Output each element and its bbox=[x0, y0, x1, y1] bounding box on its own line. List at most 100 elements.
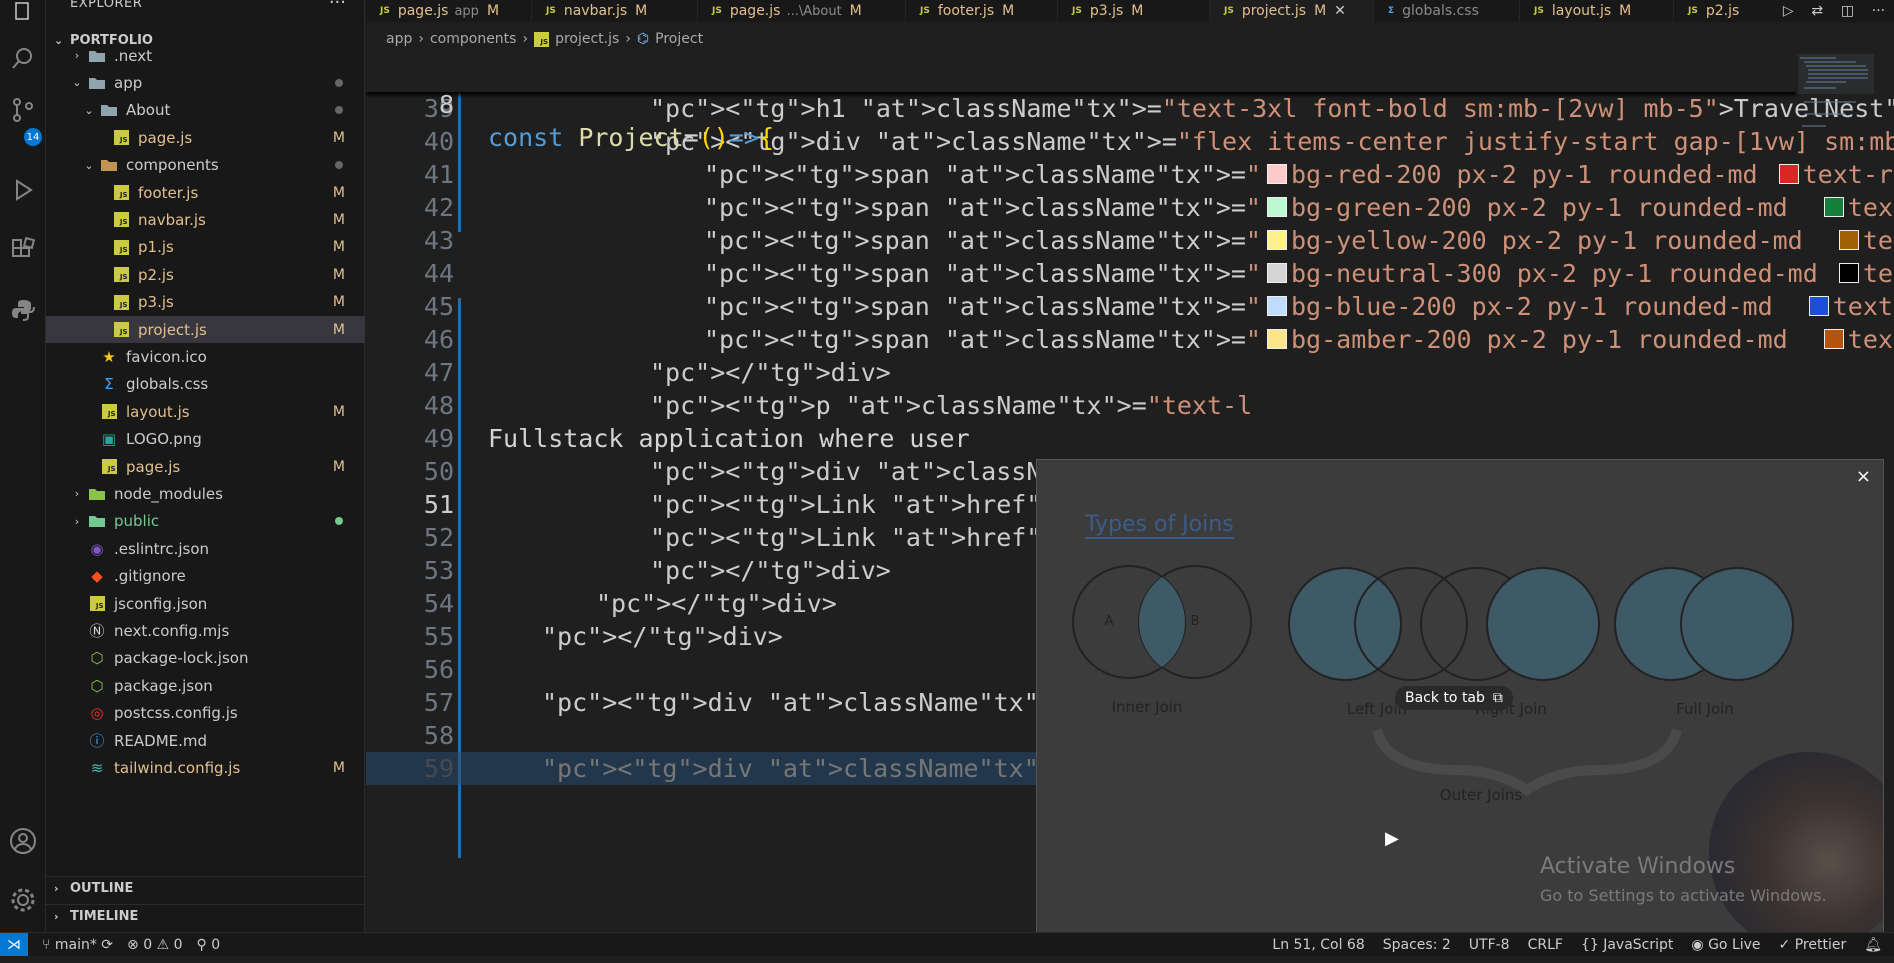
color-swatch[interactable] bbox=[1266, 263, 1287, 283]
gear-icon[interactable] bbox=[7, 884, 39, 916]
tab-layout-js[interactable]: JS layout.js M bbox=[1520, 0, 1674, 22]
tab-page-js[interactable]: JS page.js app M bbox=[366, 0, 532, 22]
tree-item-about[interactable]: ⌄ About bbox=[46, 97, 365, 124]
tree-item--next[interactable]: › .next bbox=[46, 42, 365, 69]
tab-navbar-js[interactable]: JS navbar.js M bbox=[532, 0, 698, 22]
ports-indicator[interactable]: ⚲ 0 bbox=[197, 937, 221, 953]
python-icon[interactable] bbox=[7, 294, 39, 326]
folder-components-icon bbox=[98, 156, 120, 174]
more-icon[interactable]: ··· bbox=[1872, 3, 1885, 19]
chevron-right-icon: › bbox=[625, 31, 631, 47]
explorer-icon[interactable] bbox=[7, 0, 39, 28]
color-swatch[interactable] bbox=[1823, 197, 1844, 217]
line-number: 48 bbox=[423, 391, 454, 420]
outline-section-header[interactable]: › OUTLINE bbox=[46, 876, 365, 900]
tree-item-public[interactable]: › public bbox=[46, 508, 365, 535]
color-swatch[interactable] bbox=[1266, 329, 1287, 349]
tree-item-navbar-js[interactable]: JS navbar.js M bbox=[46, 206, 365, 233]
end-of-line[interactable]: CRLF bbox=[1528, 937, 1563, 953]
extensions-icon[interactable] bbox=[7, 234, 39, 266]
tree-item-label: .eslintrc.json bbox=[114, 539, 210, 558]
picture-in-picture-video[interactable]: × Types of Joins A B Inner Join Left Joi… bbox=[1036, 459, 1884, 933]
tab-globals-css[interactable]: Ʃglobals.css bbox=[1374, 0, 1520, 22]
language-mode[interactable]: {} JavaScript bbox=[1581, 937, 1673, 953]
tree-item-globals-css[interactable]: Ʃglobals.css bbox=[46, 371, 365, 398]
activity-bar: 14 bbox=[0, 0, 46, 932]
line-number: 44 bbox=[423, 259, 454, 288]
tree-item-page-js[interactable]: JS page.js M bbox=[46, 124, 365, 151]
tree-item-jsconfig-json[interactable]: JS jsconfig.json bbox=[46, 590, 365, 617]
more-actions-icon[interactable]: ··· bbox=[329, 0, 346, 13]
play-icon[interactable]: ▶ bbox=[1385, 828, 1399, 849]
tree-item-label: jsconfig.json bbox=[114, 594, 208, 613]
tree-item-logo-png[interactable]: ▣ LOGO.png bbox=[46, 426, 365, 453]
breadcrumb-app[interactable]: app bbox=[386, 31, 412, 47]
search-icon[interactable] bbox=[7, 42, 39, 74]
breadcrumb-file[interactable]: project.js bbox=[555, 31, 619, 47]
tree-item-readme-md[interactable]: ⓘ README.md bbox=[46, 727, 365, 754]
tree-item-package-json[interactable]: ⬡ package.json bbox=[46, 672, 365, 699]
tab-modified-badge: M bbox=[635, 3, 648, 19]
account-icon[interactable] bbox=[7, 825, 39, 857]
color-swatch[interactable] bbox=[1823, 329, 1844, 349]
code-line: 42 "pc"><"tg">span "at">className"tx">=" b… bbox=[366, 191, 1894, 224]
tree-item-label: .next bbox=[114, 46, 152, 65]
encoding[interactable]: UTF-8 bbox=[1469, 937, 1510, 953]
git-status-badge: M bbox=[332, 184, 345, 201]
explorer-title: EXPLORER bbox=[70, 0, 143, 11]
color-swatch[interactable] bbox=[1778, 164, 1799, 184]
color-swatch[interactable] bbox=[1838, 230, 1859, 250]
color-swatch[interactable] bbox=[1266, 230, 1287, 250]
back-to-tab-button[interactable]: Back to tab ⧉ bbox=[1395, 686, 1513, 710]
tree-item-node-modules[interactable]: › node_modules bbox=[46, 480, 365, 507]
go-live-button[interactable]: ◉ Go Live bbox=[1691, 937, 1760, 953]
source-control-icon[interactable] bbox=[7, 94, 39, 126]
tree-item-label: globals.css bbox=[126, 375, 209, 394]
color-swatch[interactable] bbox=[1838, 263, 1859, 283]
run-icon[interactable]: ▷ bbox=[1783, 3, 1794, 19]
tree-item-p3-js[interactable]: JS p3.js M bbox=[46, 289, 365, 316]
tree-item-project-js[interactable]: JS project.js M bbox=[46, 316, 365, 343]
tree-item-app[interactable]: ⌄ app bbox=[46, 69, 365, 96]
tree-item-favicon-ico[interactable]: ★ favicon.ico bbox=[46, 343, 365, 370]
line-number: 42 bbox=[423, 193, 454, 222]
remote-icon[interactable]: ⋊ bbox=[0, 932, 28, 957]
color-swatch[interactable] bbox=[1266, 197, 1287, 217]
tree-item-page-js[interactable]: JS page.js M bbox=[46, 453, 365, 480]
tree-item-package-lock-json[interactable]: ⬡ package-lock.json bbox=[46, 645, 365, 672]
tree-item-components[interactable]: ⌄ components bbox=[46, 152, 365, 179]
timeline-section-header[interactable]: › TIMELINE bbox=[46, 904, 365, 928]
tree-item--gitignore[interactable]: ◆ .gitignore bbox=[46, 563, 365, 590]
tree-item-p1-js[interactable]: JS p1.js M bbox=[46, 234, 365, 261]
problems-indicator[interactable]: ⊗ 0 ⚠ 0 bbox=[127, 937, 182, 953]
tree-item-next-config-mjs[interactable]: Ⓝnext.config.mjs bbox=[46, 617, 365, 644]
branch-indicator[interactable]: ⑂ main* ⟳ bbox=[42, 937, 113, 953]
minimap[interactable] bbox=[1796, 52, 1874, 134]
color-swatch[interactable] bbox=[1266, 296, 1287, 316]
close-icon[interactable]: ✕ bbox=[1334, 3, 1346, 19]
tab-project-js[interactable]: JS project.js M ✕ bbox=[1210, 0, 1374, 22]
run-debug-icon[interactable] bbox=[7, 174, 39, 206]
outer-joins-brace bbox=[1372, 728, 1682, 797]
tree-item-layout-js[interactable]: JS layout.js M bbox=[46, 398, 365, 425]
tab-p3-js[interactable]: JS p3.js M bbox=[1058, 0, 1210, 22]
indentation[interactable]: Spaces: 2 bbox=[1383, 937, 1451, 953]
color-swatch[interactable] bbox=[1266, 164, 1287, 184]
compare-icon[interactable]: ⇄ bbox=[1811, 3, 1823, 19]
tree-item-footer-js[interactable]: JS footer.js M bbox=[46, 179, 365, 206]
notifications-icon[interactable]: 🔔︎ bbox=[1864, 937, 1882, 953]
breadcrumb-symbol[interactable]: Project bbox=[655, 31, 703, 47]
breadcrumb-components[interactable]: components bbox=[430, 31, 517, 47]
tab-page-js[interactable]: JS page.js ...\About M bbox=[698, 0, 906, 22]
prettier-button[interactable]: ✓ Prettier bbox=[1779, 937, 1847, 953]
tree-item-tailwind-config-js[interactable]: ≋ tailwind.config.js M bbox=[46, 754, 365, 781]
tab-footer-js[interactable]: JS footer.js M bbox=[906, 0, 1058, 22]
tree-item-postcss-config-js[interactable]: ◎ postcss.config.js bbox=[46, 700, 365, 727]
color-swatch[interactable] bbox=[1808, 296, 1829, 316]
tree-item-label: package.json bbox=[114, 676, 213, 695]
sticky-scroll-line[interactable]: 8 const Project=()=>{ bbox=[366, 52, 1796, 152]
tree-item-p2-js[interactable]: JS p2.js M bbox=[46, 261, 365, 288]
tree-item--eslintrc-json[interactable]: ◉ .eslintrc.json bbox=[46, 535, 365, 562]
cursor-position[interactable]: Ln 51, Col 68 bbox=[1272, 937, 1364, 953]
split-editor-icon[interactable]: ◫ bbox=[1841, 3, 1854, 19]
